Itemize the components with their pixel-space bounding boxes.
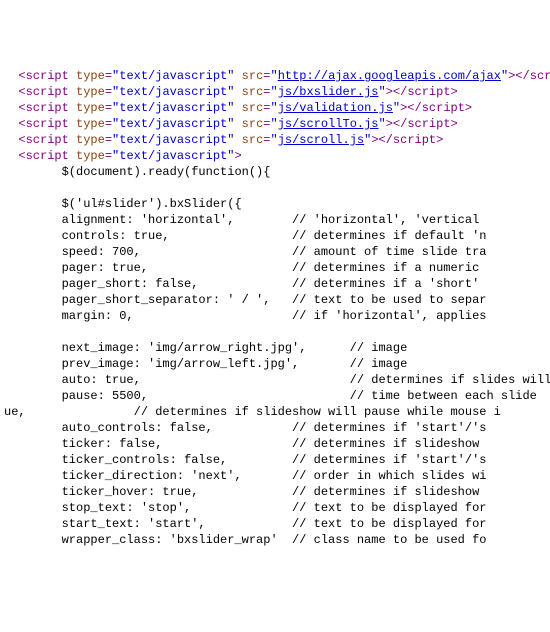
- code-line: [4, 180, 546, 196]
- code-line: ticker: false, // determines if slidesho…: [4, 436, 546, 452]
- script-src-link[interactable]: js/bxslider.js: [278, 85, 379, 99]
- code-line: <script type="text/javascript" src="js/v…: [4, 100, 546, 116]
- code-line: [4, 324, 546, 340]
- script-src-link[interactable]: js/validation.js: [278, 101, 393, 115]
- code-line: auto: true, // determines if slides will: [4, 372, 546, 388]
- code-line: pager_short: false, // determines if a '…: [4, 276, 546, 292]
- code-line: stop_text: 'stop', // text to be display…: [4, 500, 546, 516]
- code-line: <script type="text/javascript" src="js/s…: [4, 132, 546, 148]
- code-line: $(document).ready(function(){: [4, 164, 546, 180]
- code-line: margin: 0, // if 'horizontal', applies: [4, 308, 546, 324]
- code-line: <script type="text/javascript">: [4, 148, 546, 164]
- code-line: controls: true, // determines if default…: [4, 228, 546, 244]
- code-line: wrapper_class: 'bxslider_wrap' // class …: [4, 532, 546, 548]
- code-line: speed: 700, // amount of time slide tra: [4, 244, 546, 260]
- script-src-link[interactable]: js/scroll.js: [278, 133, 364, 147]
- script-src-link[interactable]: js/scrollTo.js: [278, 117, 379, 131]
- code-line: ticker_hover: true, // determines if sli…: [4, 484, 546, 500]
- code-line: ticker_controls: false, // determines if…: [4, 452, 546, 468]
- code-line: alignment: 'horizontal', // 'horizontal'…: [4, 212, 546, 228]
- code-line: $('ul#slider').bxSlider({: [4, 196, 546, 212]
- code-line: ue, // determines if slideshow will paus…: [4, 404, 546, 420]
- script-src-link[interactable]: http://ajax.googleapis.com/ajax: [278, 69, 501, 83]
- code-line: pause: 5500, // time between each slide: [4, 388, 546, 404]
- code-line: pager: true, // determines if a numeric: [4, 260, 546, 276]
- code-line: prev_image: 'img/arrow_left.jpg', // ima…: [4, 356, 546, 372]
- code-editor-view: <script type="text/javascript" src="http…: [4, 68, 546, 548]
- code-line: ticker_direction: 'next', // order in wh…: [4, 468, 546, 484]
- code-line: auto_controls: false, // determines if '…: [4, 420, 546, 436]
- code-line: <script type="text/javascript" src="js/b…: [4, 84, 546, 100]
- code-line: <script type="text/javascript" src="http…: [4, 68, 546, 84]
- code-line: pager_short_separator: ' / ', // text to…: [4, 292, 546, 308]
- code-line: start_text: 'start', // text to be displ…: [4, 516, 546, 532]
- code-line: next_image: 'img/arrow_right.jpg', // im…: [4, 340, 546, 356]
- code-line: <script type="text/javascript" src="js/s…: [4, 116, 546, 132]
